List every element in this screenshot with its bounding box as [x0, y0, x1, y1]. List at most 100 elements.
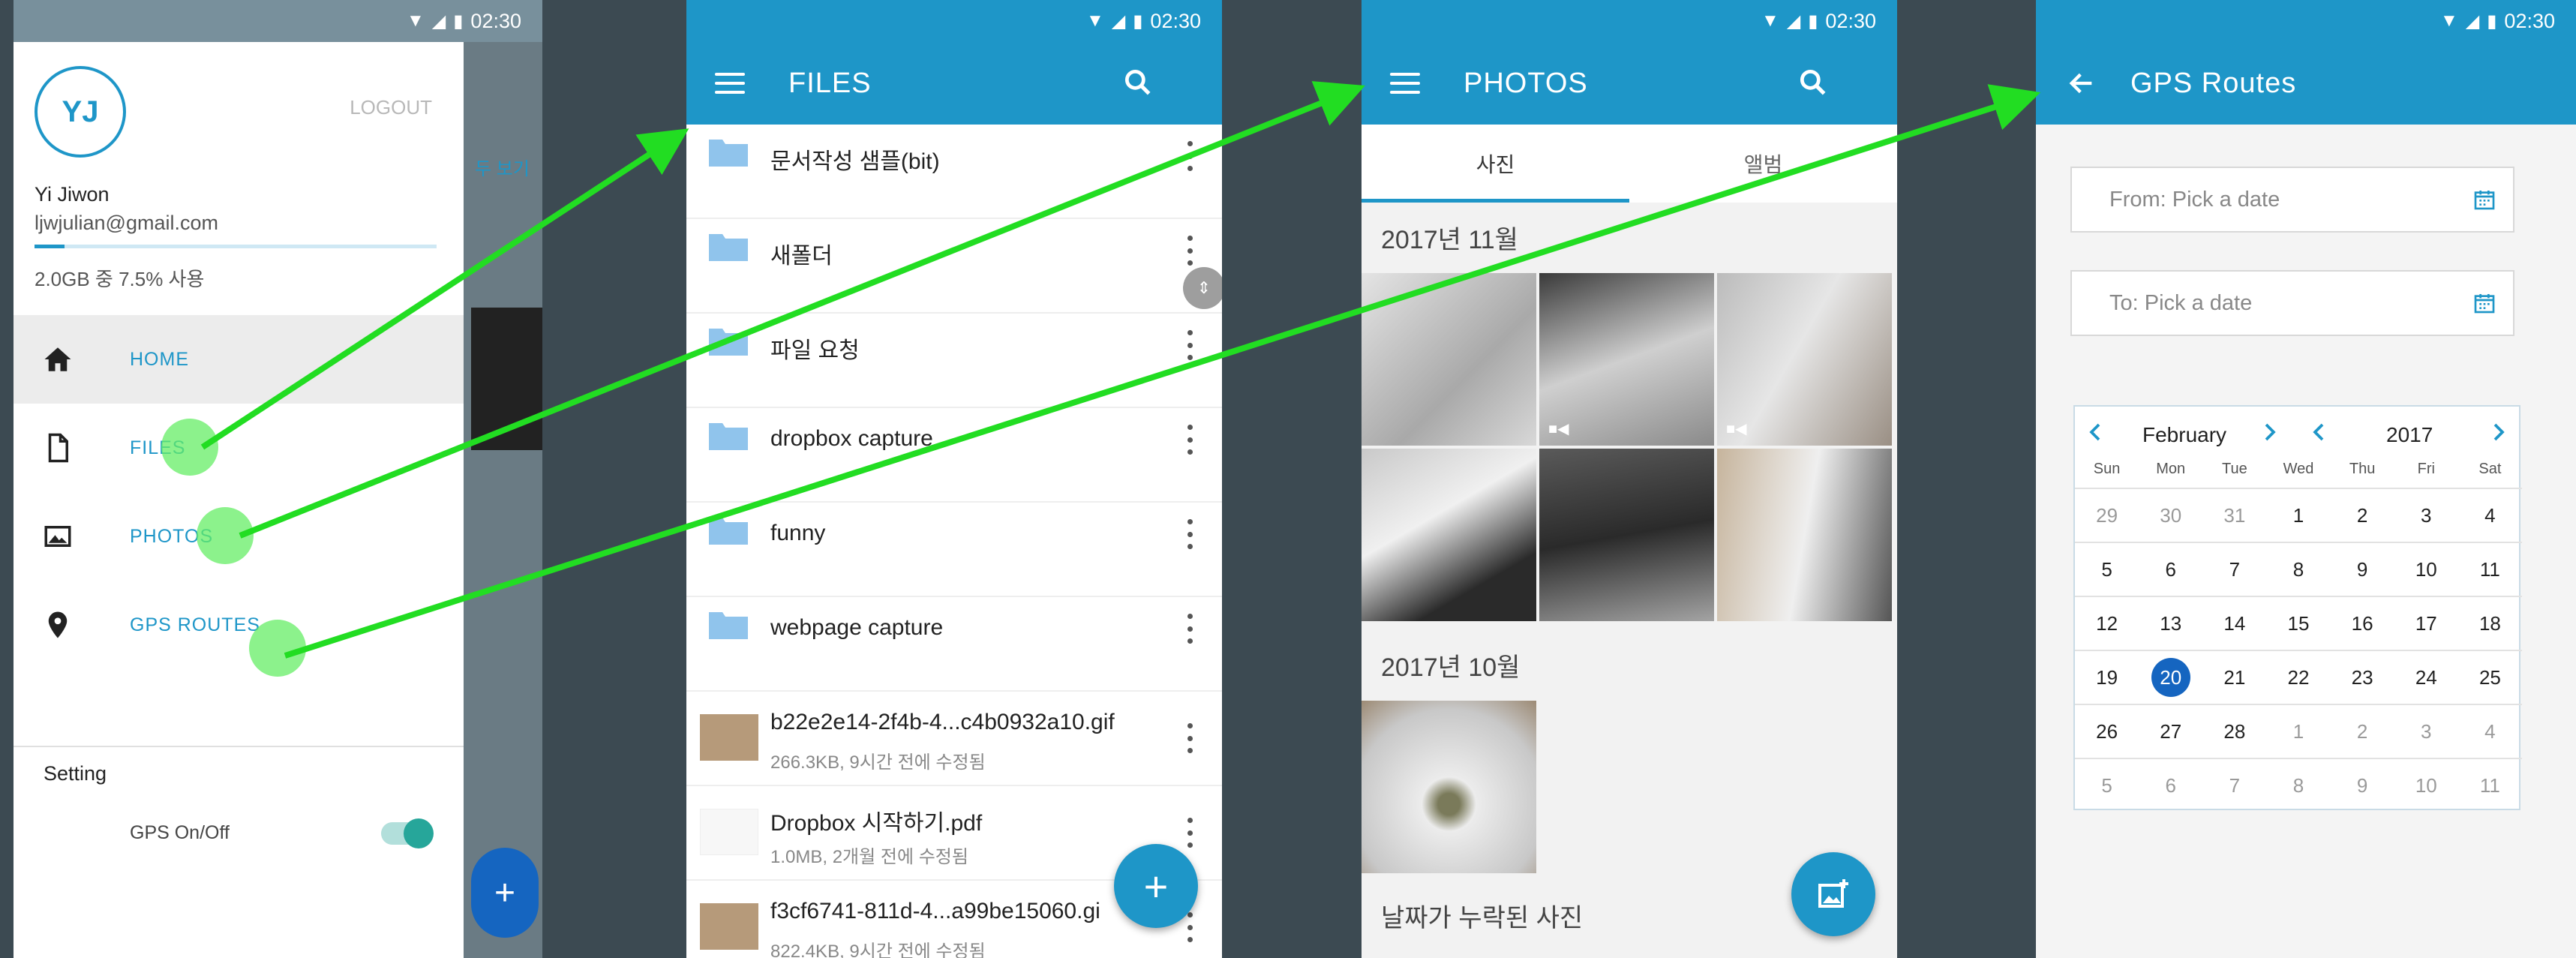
more-options-icon[interactable]	[1186, 614, 1193, 644]
folder-row[interactable]: funny	[686, 503, 1222, 597]
calendar-day[interactable]: 1	[2266, 705, 2330, 758]
day-number: 11	[2479, 557, 2500, 581]
nav-item-gps-routes[interactable]: GPS ROUTES	[14, 581, 464, 669]
folder-row[interactable]: dropbox capture	[686, 408, 1222, 503]
calendar-day[interactable]: 15	[2266, 597, 2330, 650]
calendar-day[interactable]: 2	[2331, 705, 2394, 758]
calendar-day[interactable]: 8	[2266, 759, 2330, 812]
calendar-day[interactable]: 29	[2075, 489, 2139, 542]
prev-year-chevron-icon[interactable]	[2307, 419, 2330, 446]
calendar-year[interactable]: 2017	[2386, 423, 2433, 447]
logout-button[interactable]: LOGOUT	[350, 96, 432, 119]
from-date-field[interactable]: From: Pick a date	[2070, 167, 2514, 233]
calendar-day[interactable]: 14	[2202, 597, 2266, 650]
calendar-day[interactable]: 3	[2394, 489, 2458, 542]
calendar-day[interactable]: 6	[2139, 759, 2202, 812]
nav-item-home[interactable]: HOME	[14, 315, 464, 404]
photo-thumbnail[interactable]: ■◀	[1717, 273, 1892, 446]
calendar-day[interactable]: 16	[2331, 597, 2394, 650]
calendar-day[interactable]: 7	[2202, 543, 2266, 596]
more-options-icon[interactable]	[1186, 425, 1193, 455]
calendar-day[interactable]: 5	[2075, 543, 2139, 596]
next-month-chevron-icon[interactable]	[2259, 419, 2281, 446]
back-arrow-icon[interactable]	[2063, 68, 2100, 98]
search-icon[interactable]	[1797, 66, 1830, 99]
more-options-icon[interactable]	[1186, 519, 1193, 549]
day-number: 9	[2356, 557, 2368, 581]
calendar-day[interactable]: 13	[2139, 597, 2202, 650]
folder-icon	[709, 140, 748, 167]
calendar-day[interactable]: 4	[2458, 489, 2522, 542]
calendar-day[interactable]: 10	[2394, 543, 2458, 596]
calendar-day[interactable]: 2	[2331, 489, 2394, 542]
selected-day[interactable]: 20	[2139, 651, 2202, 704]
battery-icon: ▮	[2487, 11, 2497, 32]
calendar-day[interactable]: 3	[2394, 705, 2458, 758]
file-row[interactable]: b22e2e14-2f4b-4...c4b0932a10.gif 266.3KB,…	[686, 692, 1222, 786]
photo-thumbnail[interactable]: ■◀	[1539, 273, 1714, 446]
calendar-day[interactable]: 27	[2139, 705, 2202, 758]
prev-month-chevron-icon[interactable]	[2084, 419, 2106, 446]
folder-row[interactable]: 파일 요청	[686, 314, 1222, 408]
calendar-day[interactable]: 11	[2458, 759, 2522, 812]
more-options-icon[interactable]	[1186, 236, 1193, 266]
calendar-day[interactable]: 12	[2075, 597, 2139, 650]
folder-row[interactable]: 문서작성 샘플(bit)	[686, 125, 1222, 219]
more-options-icon[interactable]	[1186, 912, 1193, 942]
battery-icon: ▮	[1133, 11, 1143, 32]
more-options-icon[interactable]	[1186, 723, 1193, 753]
photo-thumbnail[interactable]	[1717, 449, 1892, 621]
tab-photos[interactable]: 사진	[1362, 125, 1629, 203]
add-photo-fab-button[interactable]	[1791, 852, 1875, 936]
calendar-day[interactable]: 9	[2331, 759, 2394, 812]
nav-item-files[interactable]: FILES	[14, 404, 464, 492]
gps-toggle[interactable]	[381, 818, 434, 848]
search-icon[interactable]	[1121, 66, 1154, 99]
calendar-day[interactable]: 18	[2458, 597, 2522, 650]
photo-thumbnail[interactable]	[1362, 701, 1536, 873]
calendar-day[interactable]: 28	[2202, 705, 2266, 758]
calendar-day[interactable]: 4	[2458, 705, 2522, 758]
calendar-day[interactable]: 5	[2075, 759, 2139, 812]
calendar-day[interactable]: 11	[2458, 543, 2522, 596]
calendar-day[interactable]: 25	[2458, 651, 2522, 704]
folder-row[interactable]: webpage capture	[686, 597, 1222, 692]
calendar-icon[interactable]	[2472, 188, 2496, 212]
more-options-icon[interactable]	[1186, 818, 1193, 848]
photo-thumbnail[interactable]	[1362, 273, 1536, 446]
calendar-day[interactable]: 24	[2394, 651, 2458, 704]
calendar-day[interactable]: 23	[2331, 651, 2394, 704]
calendar-day[interactable]: 1	[2266, 489, 2330, 542]
add-fab-button[interactable]: +	[1114, 844, 1198, 928]
photo-thumbnail[interactable]	[1362, 449, 1536, 621]
day-number: 4	[2484, 503, 2496, 527]
to-date-field[interactable]: To: Pick a date	[2070, 270, 2514, 336]
date-picker-calendar: February 2017 Sun Mon Tue Wed Thu Fri Sat 29 30…	[2073, 405, 2522, 812]
calendar-month[interactable]: February	[2142, 423, 2226, 447]
calendar-day[interactable]: 7	[2202, 759, 2266, 812]
folder-row[interactable]: 새폴더	[686, 219, 1222, 314]
more-options-icon[interactable]	[1186, 141, 1193, 171]
calendar-day[interactable]: 6	[2139, 543, 2202, 596]
avatar[interactable]: YJ	[35, 66, 126, 158]
calendar-icon[interactable]	[2472, 291, 2496, 315]
calendar-day[interactable]: 9	[2331, 543, 2394, 596]
calendar-day[interactable]: 8	[2266, 543, 2330, 596]
calendar-day[interactable]: 17	[2394, 597, 2458, 650]
calendar-day[interactable]: 21	[2202, 651, 2266, 704]
day-number: 29	[2096, 503, 2118, 527]
next-year-chevron-icon[interactable]	[2487, 419, 2510, 446]
menu-icon[interactable]	[709, 68, 751, 98]
calendar-day[interactable]: 10	[2394, 759, 2458, 812]
calendar-day[interactable]: 31	[2202, 489, 2266, 542]
calendar-day[interactable]: 19	[2075, 651, 2139, 704]
nav-item-photos[interactable]: PHOTOS	[14, 492, 464, 581]
more-options-icon[interactable]	[1186, 330, 1193, 360]
tab-albums[interactable]: 앨범	[1629, 125, 1897, 203]
calendar-day[interactable]: 22	[2266, 651, 2330, 704]
fast-scroll-handle[interactable]: ⇕	[1183, 267, 1222, 309]
calendar-day[interactable]: 26	[2075, 705, 2139, 758]
photo-thumbnail[interactable]	[1539, 449, 1714, 621]
menu-icon[interactable]	[1384, 68, 1426, 98]
calendar-day[interactable]: 30	[2139, 489, 2202, 542]
